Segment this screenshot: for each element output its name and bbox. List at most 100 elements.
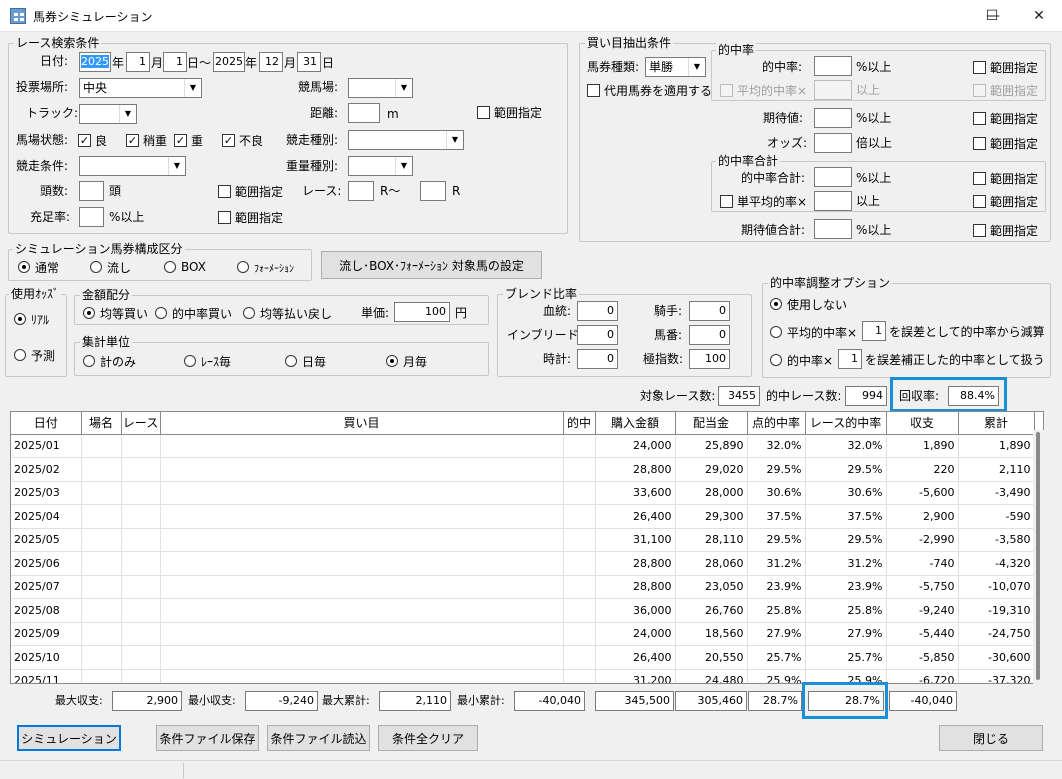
simulate-button[interactable]: シミュレーション <box>17 725 121 751</box>
table-row[interactable]: 2025/09 24,000 18,560 27.9% 27.9% -5,440 -24,7… <box>11 622 1035 646</box>
blend-jockey-input[interactable]: 0 <box>689 301 730 321</box>
blend-time-input[interactable]: 0 <box>577 349 618 369</box>
table-row[interactable]: 2025/01 24,000 25,890 32.0% 32.0% 1,890 1,890 <box>11 434 1035 458</box>
condition-bad-checkbox[interactable]: ✓ 不良 <box>222 132 263 148</box>
race-from-input[interactable] <box>348 181 374 201</box>
agg-total-radio[interactable]: 計のみ <box>83 353 136 369</box>
column-header[interactable]: レース的中率 <box>805 412 887 435</box>
distance-range-checkbox[interactable]: 範囲指定 <box>477 104 542 120</box>
odds-real-radio[interactable]: ﾘｱﾙ <box>14 311 49 327</box>
avg-hit-input[interactable] <box>814 80 852 100</box>
avg-hit-checkbox[interactable]: 平均的中率× <box>720 82 807 98</box>
race-to-input[interactable] <box>420 181 446 201</box>
scrollbar-thumb[interactable] <box>1036 432 1040 680</box>
date-to-month-input[interactable]: 12 <box>259 52 283 72</box>
agg-month-radio[interactable]: 月毎 <box>386 353 427 369</box>
odds-input[interactable] <box>814 133 852 153</box>
blend-index-input[interactable]: 100 <box>689 349 730 369</box>
column-header[interactable]: 購入金額 <box>595 412 676 435</box>
column-header[interactable]: 場名 <box>81 412 122 435</box>
keiba-select[interactable]: ▼ <box>348 78 413 98</box>
single-avg-input[interactable] <box>814 191 852 211</box>
column-header[interactable]: 買い目 <box>160 412 564 435</box>
close-button[interactable]: 閉じる <box>939 725 1043 751</box>
agg-day-radio[interactable]: 日毎 <box>285 353 326 369</box>
results-table[interactable]: 日付 場名 レース 買い目 的中 購入金額 配当金 点的中率 レース的中率 収支 累計 2025/0… <box>10 411 1044 684</box>
expect-sum-input[interactable] <box>814 219 852 239</box>
expect-range-checkbox[interactable]: 範囲指定 <box>973 110 1038 126</box>
heads-unit: 頭 <box>109 184 122 198</box>
sim-nagashi-radio[interactable]: 流し <box>90 259 131 275</box>
hit-rate-input[interactable] <box>814 56 852 76</box>
condition-heavy-checkbox[interactable]: ✓ 重 <box>174 132 203 148</box>
expect-input[interactable] <box>814 108 852 128</box>
save-conditions-button[interactable]: 条件ファイル保存 <box>156 725 259 751</box>
blend-blood-input[interactable]: 0 <box>577 301 618 321</box>
table-scrollbar[interactable] <box>1033 430 1044 684</box>
money-hitrate-radio[interactable]: 的中率買い <box>155 305 232 321</box>
fill-rate-range-checkbox[interactable]: 範囲指定 <box>218 209 283 225</box>
hit-adjust-subtract-radio[interactable]: 平均的中率× <box>770 324 857 340</box>
substitute-checkbox[interactable]: 代用馬券を適用する <box>587 82 712 98</box>
money-even-radio[interactable]: 均等買い <box>83 305 148 321</box>
sim-normal-radio[interactable]: 通常 <box>18 259 59 275</box>
column-header[interactable]: 点的中率 <box>747 412 806 435</box>
maximize-button[interactable]: ☐ <box>969 0 1015 31</box>
heads-range-checkbox[interactable]: 範囲指定 <box>218 183 283 199</box>
date-to-year-input[interactable]: 2025 <box>213 52 245 72</box>
column-header[interactable]: 日付 <box>11 412 82 435</box>
date-from-year-input[interactable]: 2025 <box>79 52 111 72</box>
expect-sum-range-checkbox[interactable]: 範囲指定 <box>973 222 1038 238</box>
close-window-button[interactable]: ✕ <box>1016 0 1062 31</box>
blend-inbreed-input[interactable]: 0 <box>577 325 618 345</box>
date-from-month-input[interactable]: 1 <box>126 52 150 72</box>
hit-adjust-correct-radio[interactable]: 的中率× <box>770 352 833 368</box>
track-select[interactable]: ▼ <box>79 104 137 124</box>
unit-price-input[interactable]: 100 <box>394 302 450 322</box>
race-type-select[interactable]: ▼ <box>348 130 464 150</box>
hit-sum-range-checkbox[interactable]: 範囲指定 <box>973 170 1038 186</box>
date-to-day-input[interactable]: 31 <box>297 52 321 72</box>
target-horse-setting-button[interactable]: 流し･BOX･ﾌｫｰﾒｰｼｮﾝ 対象馬の設定 <box>321 251 542 279</box>
condition-good-checkbox[interactable]: ✓ 良 <box>78 132 107 148</box>
agg-race-radio[interactable]: ﾚｰｽ毎 <box>184 353 231 369</box>
hit-adjust-correct-input[interactable]: 1 <box>838 349 862 369</box>
table-row[interactable]: 2025/03 33,600 28,000 30.6% 30.6% -5,600 -3,49… <box>11 481 1035 505</box>
odds-range-checkbox[interactable]: 範囲指定 <box>973 135 1038 151</box>
race-cond-select[interactable]: ▼ <box>79 156 186 176</box>
column-header[interactable]: レース <box>121 412 161 435</box>
column-header[interactable]: 収支 <box>886 412 959 435</box>
table-row[interactable]: 2025/08 36,000 26,760 25.8% 25.8% -9,240 -19,3… <box>11 598 1035 623</box>
weight-select[interactable]: ▼ <box>348 156 413 176</box>
distance-input[interactable] <box>348 103 380 123</box>
single-avg-range-checkbox[interactable]: 範囲指定 <box>973 193 1038 209</box>
clear-conditions-button[interactable]: 条件全クリア <box>378 725 478 751</box>
date-from-day-input[interactable]: 1 <box>163 52 187 72</box>
column-header[interactable]: 累計 <box>958 412 1035 435</box>
odds-predict-radio[interactable]: 予測 <box>14 347 55 363</box>
table-row[interactable]: 2025/04 26,400 29,300 37.5% 37.5% 2,900 -590 <box>11 504 1035 529</box>
sim-box-radio[interactable]: BOX <box>164 259 206 275</box>
table-row[interactable]: 2025/05 31,100 28,110 29.5% 29.5% -2,990 -3,58… <box>11 528 1035 552</box>
avg-hit-range-checkbox[interactable]: 範囲指定 <box>973 82 1038 98</box>
single-avg-checkbox[interactable]: 単平均的率× <box>720 193 807 209</box>
column-header[interactable]: 的中 <box>563 412 596 435</box>
hit-sum-input[interactable] <box>814 167 852 187</box>
table-row[interactable]: 2025/10 26,400 20,550 25.7% 25.7% -5,850 -30,6… <box>11 645 1035 670</box>
hit-adjust-subtract-input[interactable]: 1 <box>862 321 886 341</box>
table-row[interactable]: 2025/07 28,800 23,050 23.9% 23.9% -5,750 -10,0… <box>11 575 1035 599</box>
table-row[interactable]: 2025/02 28,800 29,020 29.5% 29.5% 220 2,110 <box>11 457 1035 482</box>
heads-input[interactable] <box>79 181 104 201</box>
venue-select[interactable]: 中央 ▼ <box>79 78 202 98</box>
fill-rate-input[interactable] <box>79 207 104 227</box>
sim-formation-radio[interactable]: ﾌｫｰﾒｰｼｮﾝ <box>237 259 294 275</box>
money-even-payout-radio[interactable]: 均等払い戻し <box>243 305 332 321</box>
hit-adjust-none-radio[interactable]: 使用しない <box>770 296 847 312</box>
bet-type-select[interactable]: 単勝 ▼ <box>645 57 706 77</box>
load-conditions-button[interactable]: 条件ファイル読込 <box>267 725 370 751</box>
condition-slightly-heavy-checkbox[interactable]: ✓ 稍重 <box>126 132 167 148</box>
blend-horse-no-input[interactable]: 0 <box>689 325 730 345</box>
column-header[interactable]: 配当金 <box>675 412 748 435</box>
hit-rate-range-checkbox[interactable]: 範囲指定 <box>973 59 1038 75</box>
table-row[interactable]: 2025/06 28,800 28,060 31.2% 31.2% -740 -4,320 <box>11 551 1035 576</box>
